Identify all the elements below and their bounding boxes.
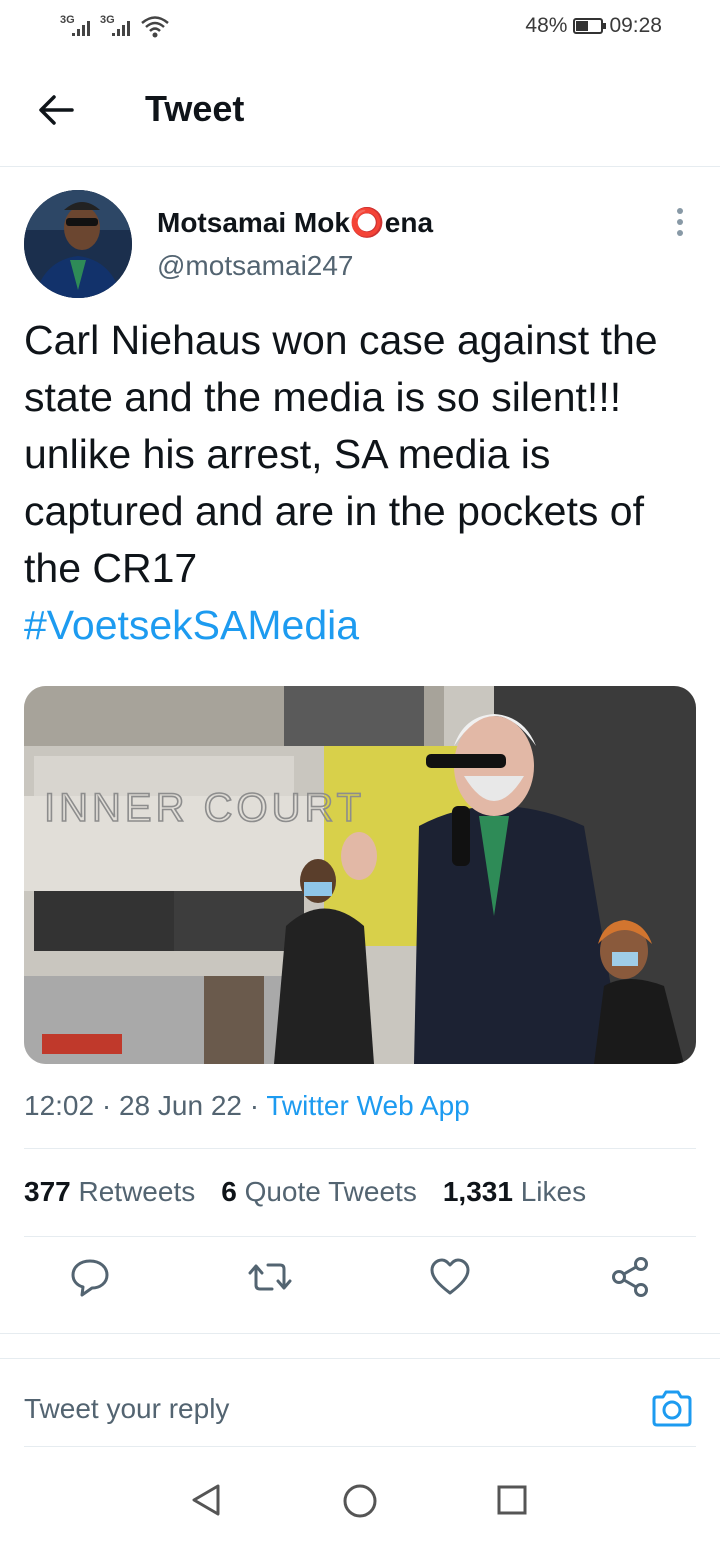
stat-likes[interactable]: 1,331 Likes [443, 1176, 586, 1208]
reply-icon[interactable] [68, 1255, 112, 1299]
stat-retweets[interactable]: 377 Retweets [24, 1176, 195, 1208]
page-title: Tweet [145, 88, 245, 129]
signal-bars-2-icon [112, 21, 130, 36]
divider [0, 1333, 720, 1334]
likes-label: Likes [520, 1176, 587, 1207]
tweet-date: 28 Jun 22 [118, 1090, 242, 1121]
action-bar [0, 1255, 720, 1315]
retweet-icon[interactable] [248, 1255, 292, 1299]
tweet-time: 12:02 [24, 1090, 95, 1121]
stat-quote-tweets[interactable]: 6 Quote Tweets [221, 1176, 417, 1208]
hashtag-link[interactable]: #VoetsekSAMedia [24, 597, 694, 654]
tweet-source[interactable]: Twitter Web App [266, 1090, 469, 1121]
top-app-bar [0, 56, 720, 167]
retweets-count: 377 [24, 1176, 71, 1207]
battery-percent: 48% [525, 14, 568, 37]
battery-fill [576, 21, 589, 31]
divider [24, 1236, 696, 1237]
author-handle[interactable]: @motsamai247 [157, 250, 354, 282]
heart-icon[interactable] [428, 1255, 472, 1299]
divider [24, 1148, 696, 1149]
retweets-label: Retweets [78, 1176, 196, 1207]
photo-sign-text: INNER COURT [44, 786, 365, 830]
nav-home-icon[interactable] [341, 1482, 379, 1520]
tweet-stats: 377 Retweets 6 Quote Tweets 1,331 Likes [24, 1176, 612, 1208]
wifi-icon [141, 16, 169, 38]
reply-input[interactable]: Tweet your reply [24, 1393, 229, 1425]
status-bar: 3G 3G 48% 09:28 [0, 0, 720, 56]
status-right: 48% 09:28 [525, 14, 662, 38]
more-vertical-icon[interactable] [674, 208, 686, 238]
author-name[interactable]: Motsamai Mok⭕ena [157, 206, 433, 239]
back-arrow-icon[interactable] [36, 92, 76, 128]
quote-tweets-label: Quote Tweets [244, 1176, 417, 1207]
share-icon[interactable] [608, 1255, 652, 1299]
photo-illustration: INNER COURT [24, 686, 696, 1064]
tweet-text: Carl Niehaus won case against the state … [24, 312, 694, 654]
battery-icon [573, 18, 607, 34]
nav-back-icon[interactable] [188, 1482, 224, 1518]
quote-tweets-count: 6 [221, 1176, 237, 1207]
divider [24, 1446, 696, 1447]
nav-recents-icon[interactable] [496, 1484, 528, 1516]
signal-bars-icon [72, 21, 90, 36]
tweet-meta: 12:02 · 28 Jun 22 · Twitter Web App [24, 1090, 470, 1121]
clock: 09:28 [609, 14, 662, 37]
avatar[interactable] [24, 190, 132, 298]
tweet-photo[interactable]: INNER COURT [24, 686, 696, 1064]
likes-count: 1,331 [442, 1176, 513, 1207]
avatar-photo [24, 190, 132, 298]
camera-icon[interactable] [650, 1388, 694, 1428]
system-nav-bar [0, 1460, 720, 1541]
tweet-body: Carl Niehaus won case against the state … [24, 317, 658, 591]
